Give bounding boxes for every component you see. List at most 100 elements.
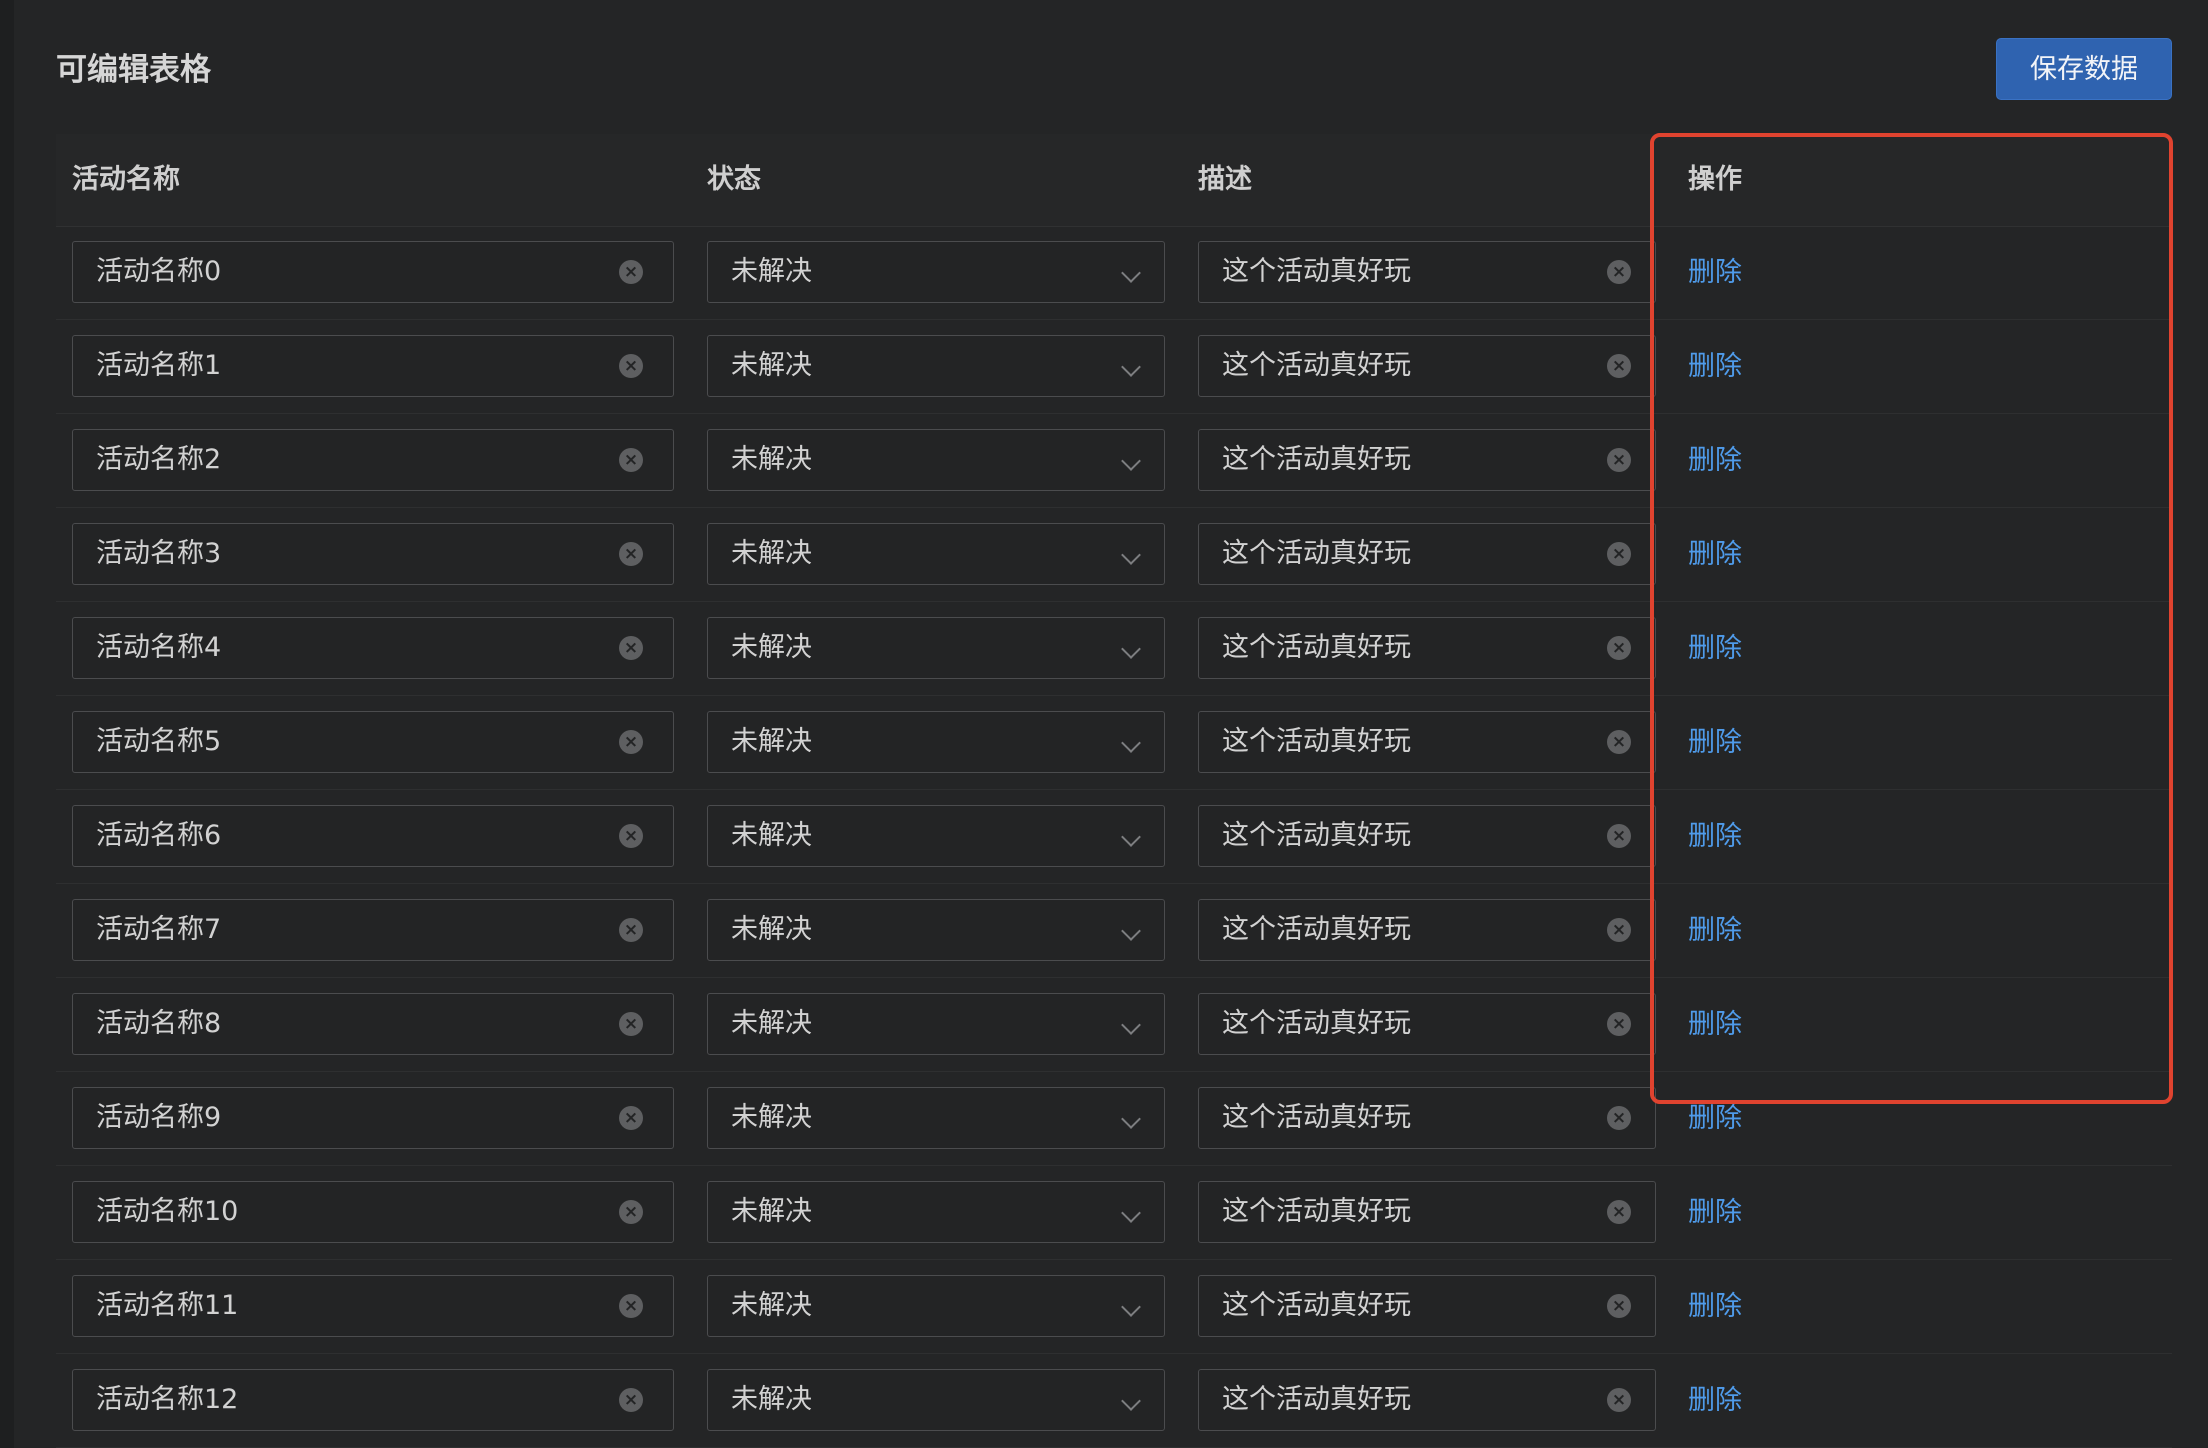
description-value: 这个活动真好玩 — [1222, 820, 1411, 851]
status-select[interactable]: 未解决 — [707, 1369, 1165, 1431]
activity-name-value: 活动名称1 — [96, 350, 222, 381]
description-input[interactable]: 这个活动真好玩 × — [1198, 805, 1656, 867]
status-select[interactable]: 未解决 — [707, 899, 1165, 961]
status-select[interactable]: 未解决 — [707, 429, 1165, 491]
activity-name-input[interactable]: 活动名称4 × — [72, 617, 674, 679]
delete-link[interactable]: 删除 — [1688, 414, 1742, 508]
table-row: 活动名称1 × 未解决 这个活动真好玩 × 删除 — [56, 320, 2172, 414]
clear-icon[interactable]: × — [619, 1294, 643, 1318]
description-input[interactable]: 这个活动真好玩 × — [1198, 617, 1656, 679]
delete-link[interactable]: 删除 — [1688, 226, 1742, 320]
status-select[interactable]: 未解决 — [707, 241, 1165, 303]
clear-icon[interactable]: × — [1607, 730, 1631, 754]
description-input[interactable]: 这个活动真好玩 × — [1198, 241, 1656, 303]
clear-icon[interactable]: × — [619, 448, 643, 472]
table-row: 活动名称0 × 未解决 这个活动真好玩 × 删除 — [56, 226, 2172, 320]
status-value: 未解决 — [731, 632, 812, 663]
description-value: 这个活动真好玩 — [1222, 914, 1411, 945]
clear-icon[interactable]: × — [1607, 918, 1631, 942]
activity-name-input[interactable]: 活动名称12 × — [72, 1369, 674, 1431]
description-input[interactable]: 这个活动真好玩 × — [1198, 993, 1656, 1055]
table-row: 活动名称6 × 未解决 这个活动真好玩 × 删除 — [56, 790, 2172, 884]
table-row: 活动名称4 × 未解决 这个活动真好玩 × 删除 — [56, 602, 2172, 696]
table-row: 活动名称12 × 未解决 这个活动真好玩 × 删除 — [56, 1354, 2172, 1448]
clear-icon[interactable]: × — [1607, 260, 1631, 284]
status-select[interactable]: 未解决 — [707, 993, 1165, 1055]
description-input[interactable]: 这个活动真好玩 × — [1198, 899, 1656, 961]
clear-icon[interactable]: × — [1607, 1200, 1631, 1224]
clear-icon[interactable]: × — [619, 260, 643, 284]
clear-icon[interactable]: × — [619, 1388, 643, 1412]
clear-icon[interactable]: × — [1607, 636, 1631, 660]
description-input[interactable]: 这个活动真好玩 × — [1198, 335, 1656, 397]
clear-icon[interactable]: × — [619, 354, 643, 378]
activity-name-input[interactable]: 活动名称1 × — [72, 335, 674, 397]
description-input[interactable]: 这个活动真好玩 × — [1198, 429, 1656, 491]
save-data-button[interactable]: 保存数据 — [1996, 38, 2172, 100]
app-frame: 可编辑表格 保存数据 活动名称 状态 描述 操作 活动名称0 × 未解决 这个活动真好… — [0, 0, 2208, 1448]
description-value: 这个活动真好玩 — [1222, 726, 1411, 757]
delete-link[interactable]: 删除 — [1688, 320, 1742, 414]
delete-link[interactable]: 删除 — [1688, 978, 1742, 1072]
delete-link[interactable]: 删除 — [1688, 790, 1742, 884]
clear-icon[interactable]: × — [1607, 1012, 1631, 1036]
clear-icon[interactable]: × — [1607, 542, 1631, 566]
clear-icon[interactable]: × — [619, 542, 643, 566]
clear-icon[interactable]: × — [1607, 824, 1631, 848]
clear-icon[interactable]: × — [1607, 1388, 1631, 1412]
activity-name-input[interactable]: 活动名称3 × — [72, 523, 674, 585]
description-input[interactable]: 这个活动真好玩 × — [1198, 1369, 1656, 1431]
activity-name-input[interactable]: 活动名称7 × — [72, 899, 674, 961]
status-select[interactable]: 未解决 — [707, 335, 1165, 397]
table-row: 活动名称8 × 未解决 这个活动真好玩 × 删除 — [56, 978, 2172, 1072]
activity-name-input[interactable]: 活动名称6 × — [72, 805, 674, 867]
delete-link[interactable]: 删除 — [1688, 508, 1742, 602]
status-select[interactable]: 未解决 — [707, 711, 1165, 773]
status-value: 未解决 — [731, 914, 812, 945]
table-header: 活动名称 状态 描述 操作 — [56, 134, 2172, 227]
clear-icon[interactable]: × — [619, 824, 643, 848]
clear-icon[interactable]: × — [619, 1200, 643, 1224]
clear-icon[interactable]: × — [619, 1106, 643, 1130]
delete-link[interactable]: 删除 — [1688, 1166, 1742, 1260]
table-row: 活动名称11 × 未解决 这个活动真好玩 × 删除 — [56, 1260, 2172, 1354]
chevron-down-icon — [1121, 451, 1141, 471]
delete-link[interactable]: 删除 — [1688, 1354, 1742, 1448]
clear-icon[interactable]: × — [619, 730, 643, 754]
activity-name-input[interactable]: 活动名称0 × — [72, 241, 674, 303]
clear-icon[interactable]: × — [1607, 1294, 1631, 1318]
chevron-down-icon — [1121, 1203, 1141, 1223]
delete-link[interactable]: 删除 — [1688, 1072, 1742, 1166]
status-select[interactable]: 未解决 — [707, 1275, 1165, 1337]
delete-link[interactable]: 删除 — [1688, 1260, 1742, 1354]
activity-name-input[interactable]: 活动名称8 × — [72, 993, 674, 1055]
description-input[interactable]: 这个活动真好玩 × — [1198, 523, 1656, 585]
clear-icon[interactable]: × — [619, 918, 643, 942]
status-select[interactable]: 未解决 — [707, 1181, 1165, 1243]
clear-icon[interactable]: × — [1607, 354, 1631, 378]
status-select[interactable]: 未解决 — [707, 1087, 1165, 1149]
clear-icon[interactable]: × — [619, 636, 643, 660]
activity-name-input[interactable]: 活动名称2 × — [72, 429, 674, 491]
delete-link[interactable]: 删除 — [1688, 696, 1742, 790]
description-input[interactable]: 这个活动真好玩 × — [1198, 1087, 1656, 1149]
status-select[interactable]: 未解决 — [707, 805, 1165, 867]
activity-name-input[interactable]: 活动名称5 × — [72, 711, 674, 773]
activity-name-input[interactable]: 活动名称9 × — [72, 1087, 674, 1149]
delete-link[interactable]: 删除 — [1688, 602, 1742, 696]
activity-name-input[interactable]: 活动名称10 × — [72, 1181, 674, 1243]
description-input[interactable]: 这个活动真好玩 × — [1198, 711, 1656, 773]
delete-link[interactable]: 删除 — [1688, 884, 1742, 978]
column-header-desc: 描述 — [1198, 164, 1252, 195]
clear-icon[interactable]: × — [619, 1012, 643, 1036]
activity-name-input[interactable]: 活动名称11 × — [72, 1275, 674, 1337]
description-value: 这个活动真好玩 — [1222, 538, 1411, 569]
activity-name-value: 活动名称10 — [96, 1196, 239, 1227]
clear-icon[interactable]: × — [1607, 1106, 1631, 1130]
clear-icon[interactable]: × — [1607, 448, 1631, 472]
description-input[interactable]: 这个活动真好玩 × — [1198, 1181, 1656, 1243]
status-select[interactable]: 未解决 — [707, 617, 1165, 679]
description-value: 这个活动真好玩 — [1222, 1384, 1411, 1415]
status-select[interactable]: 未解决 — [707, 523, 1165, 585]
description-input[interactable]: 这个活动真好玩 × — [1198, 1275, 1656, 1337]
